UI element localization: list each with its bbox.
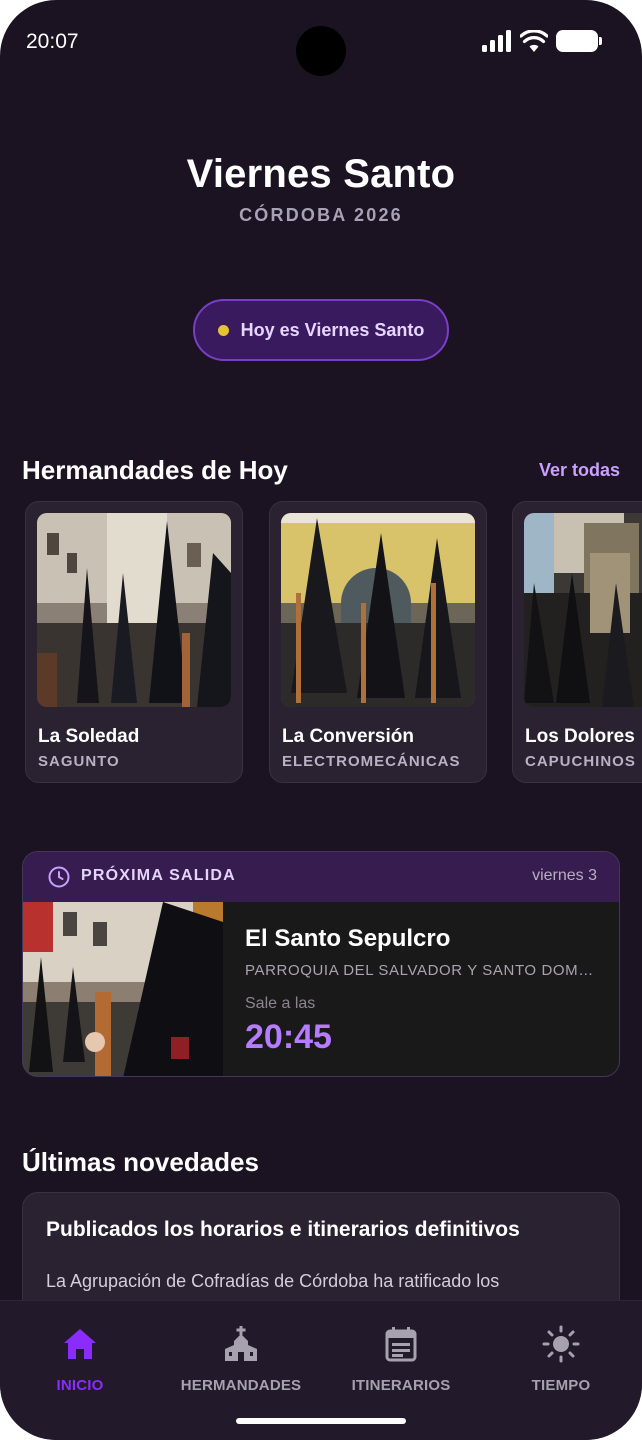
section-title-news: Últimas novedades [22,1147,259,1177]
battery-icon [556,30,602,52]
brotherhood-photo [524,513,642,707]
departure-time: 20:45 [245,1018,332,1056]
section-title-brotherhoods: Hermandades de Hoy [22,455,288,485]
brotherhood-location: ELECTROMECÁNICAS [282,753,461,770]
brotherhood-card[interactable]: La Conversión ELECTROMECÁNICAS [269,501,487,783]
news-title: Publicados los horarios e itinerarios de… [46,1218,520,1241]
nav-label: TIEMPO [531,1377,591,1394]
brotherhood-photo [281,513,475,707]
next-departure-header: PRÓXIMA SALIDA viernes 3 [23,852,619,902]
page-subtitle: CÓRDOBA 2026 [239,205,403,225]
sun-icon [542,1325,580,1363]
status-dot [217,324,229,336]
brotherhood-location: SAGUNTO [38,753,120,770]
nav-item-tiempo[interactable]: TIEMPO [481,1301,641,1421]
phone-screen: 20:07 Viernes Santo CÓRDOBA 2026 Hoy es … [0,0,642,1440]
brotherhood-photo [37,513,231,707]
nav-label: INICIO [56,1377,104,1394]
see-all-link[interactable]: Ver todas [539,460,620,481]
brotherhood-card[interactable]: Los Dolores CAPUCHINOS [512,501,642,783]
nav-label: HERMANDADES [180,1377,302,1394]
status-icons [482,30,602,52]
page-title: Viernes Santo [186,152,456,196]
brotherhood-location: CAPUCHINOS [525,753,636,770]
departure-time-label: Sale a las [245,995,316,1012]
home-icon [64,1329,96,1359]
wifi-icon [520,30,548,52]
home-indicator[interactable] [236,1418,406,1424]
brotherhood-card[interactable]: La Soledad SAGUNTO [25,501,243,783]
today-badge[interactable]: Hoy es Viernes Santo [193,299,449,361]
brotherhood-name: La Soledad [38,726,140,747]
next-departure-photo [23,902,223,1076]
nav-item-hermandades[interactable]: HERMANDADES [161,1301,321,1421]
news-excerpt: La Agrupación de Cofradías de Córdoba ha… [46,1271,500,1291]
nav-label: ITINERARIOS [351,1377,451,1394]
next-departure-name: El Santo Sepulcro [245,925,451,952]
next-departure-church: PARROQUIA DEL SALVADOR Y SANTO DOMINGO D… [245,962,595,979]
status-time: 20:07 [26,30,79,53]
clock-icon [48,866,70,888]
church-icon [225,1326,257,1361]
brotherhood-name: La Conversión [282,726,414,747]
nav-item-inicio[interactable]: INICIO [0,1301,160,1421]
camera-cutout [296,26,346,76]
next-departure-card[interactable]: PRÓXIMA SALIDA viernes 3 El Santo Sepulc… [22,851,620,1077]
next-departure-date: viernes 3 [532,867,597,884]
signal-icon [482,30,511,52]
today-badge-label: Hoy es Viernes Santo [240,319,425,340]
brotherhood-name: Los Dolores [525,726,635,747]
calendar-icon [385,1327,417,1362]
nav-item-itinerarios[interactable]: ITINERARIOS [321,1301,481,1421]
next-departure-label: PRÓXIMA SALIDA [81,867,236,884]
